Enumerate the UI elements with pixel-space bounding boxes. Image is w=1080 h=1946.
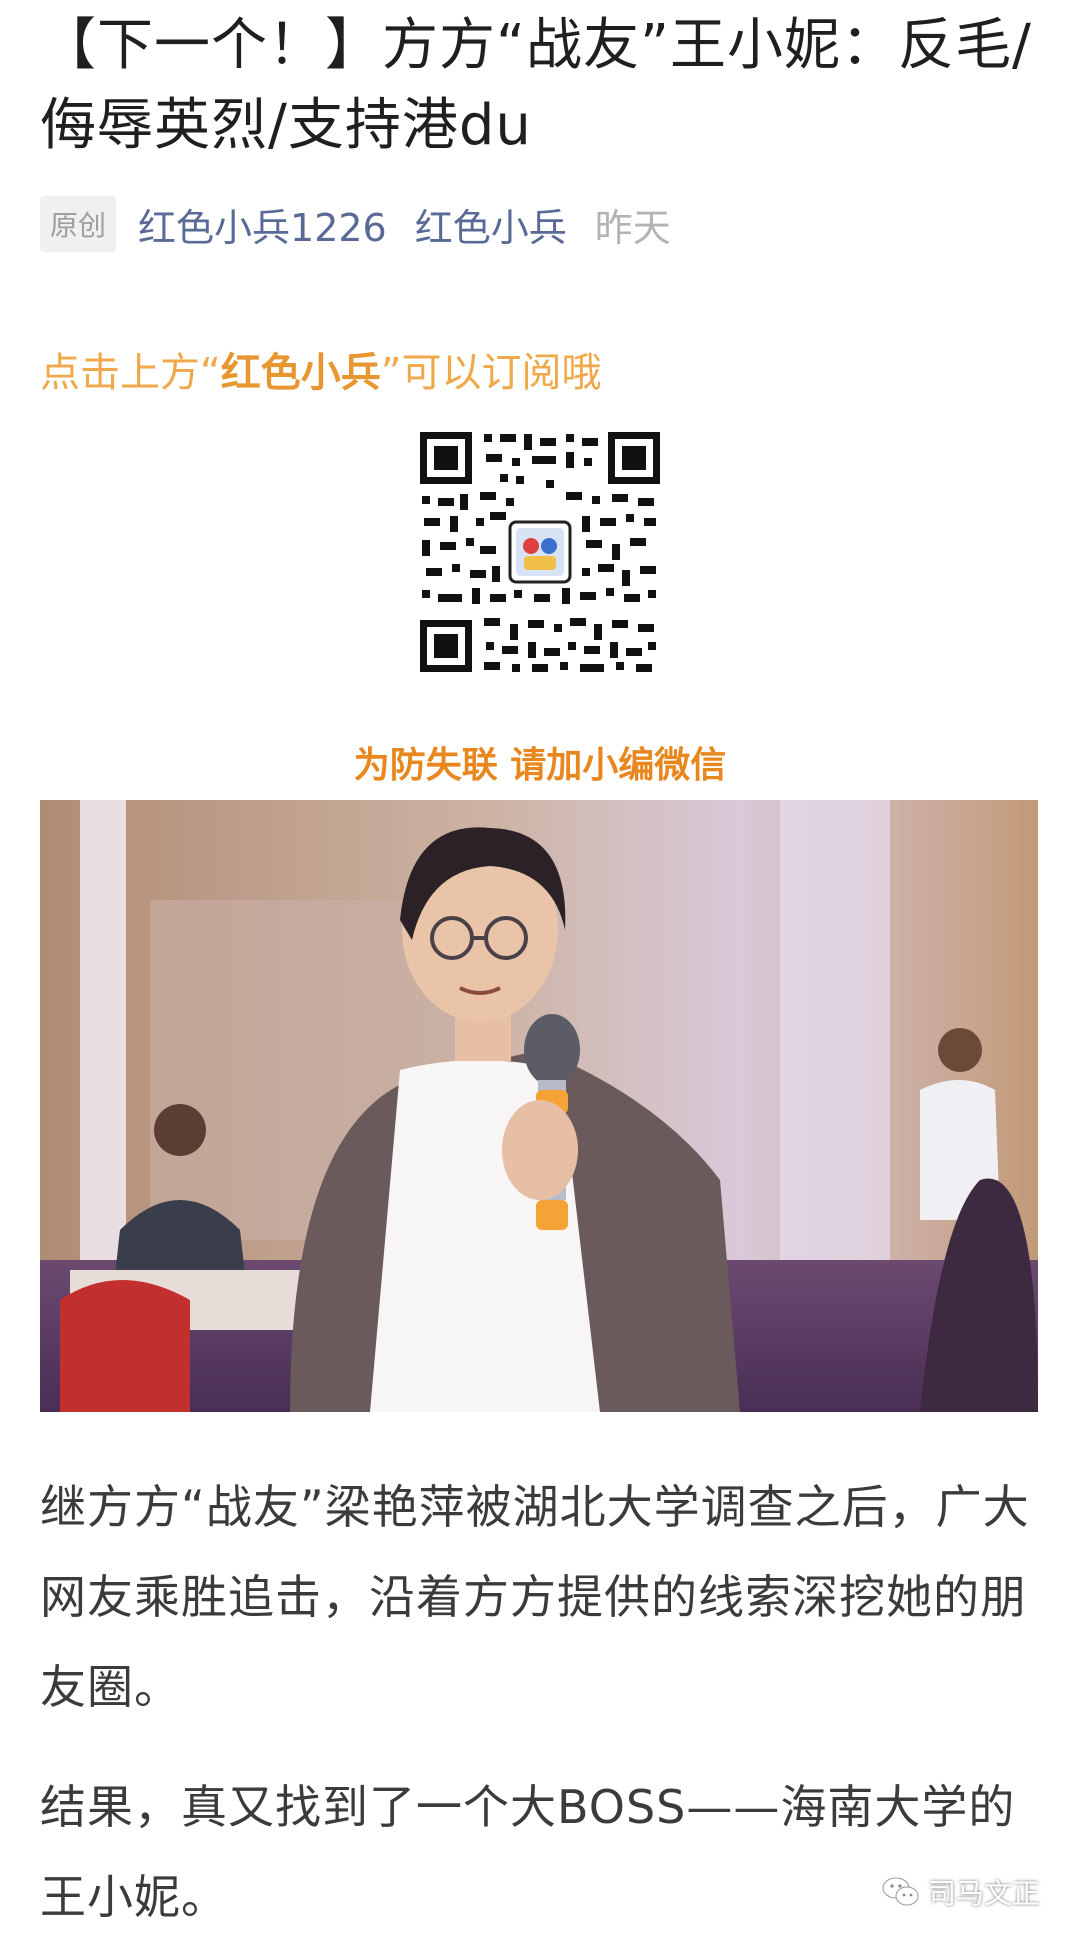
qr-code-icon[interactable] — [416, 428, 664, 676]
author-name[interactable]: 红色小兵 — [415, 197, 567, 252]
watermark-text: 司马文正 — [927, 1877, 1040, 1910]
article-photo[interactable] — [40, 800, 1038, 1412]
qr-code-graphic — [416, 428, 664, 676]
article-title: 【下一个！】方方“战友”王小妮：反毛/侮辱英烈/支持港du — [40, 13, 1032, 158]
subscribe-account-link[interactable]: 红色小兵 — [221, 350, 381, 396]
original-badge: 原创 — [40, 196, 117, 252]
account-name-link[interactable]: 红色小兵1226 — [138, 197, 387, 252]
publish-date: 昨天 — [594, 205, 671, 250]
body-paragraph-1: 继方方“战友”梁艳萍被湖北大学调查之后，广大网友乘胜追击，沿着方方提供的线索深挖… — [40, 1480, 1030, 1714]
article-meta: 原创 红色小兵1226 红色小兵 昨天 — [40, 196, 671, 252]
body-paragraph-2: 结果，真又找到了一个大BOSS——海南大学的王小妮。 — [40, 1780, 1016, 1924]
subscribe-prompt: 点击上方“红色小兵”可以订阅哦 — [40, 340, 601, 398]
wechat-icon — [882, 1877, 919, 1906]
subscribe-prefix: 点击上方“ — [40, 350, 221, 396]
follow-note: 为防失联 请加小编微信 — [353, 745, 727, 786]
subscribe-suffix: ”可以订阅哦 — [380, 350, 602, 396]
source-watermark: 司马文正 — [882, 1872, 1040, 1912]
speaker-photo-illustration — [40, 800, 1038, 1412]
article-page: 【下一个！】方方“战友”王小妮：反毛/侮辱英烈/支持港du 原创 红色小兵122… — [0, 0, 1080, 1946]
